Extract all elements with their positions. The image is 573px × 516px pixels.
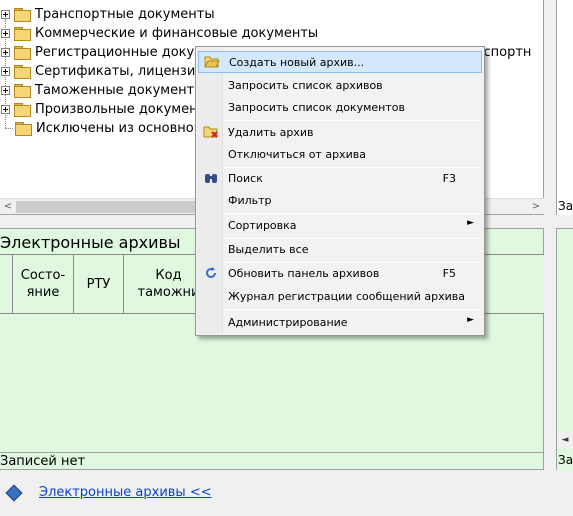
- folder-icon: [14, 27, 31, 41]
- menu-item-administration[interactable]: Администрирование ►: [198, 312, 482, 334]
- menu-item-label: Запросить список документов: [228, 101, 405, 114]
- expand-icon[interactable]: [1, 28, 10, 38]
- menu-separator: [226, 120, 480, 121]
- folder-icon: [14, 8, 31, 22]
- records-label: Зап: [558, 199, 573, 213]
- menu-item-label: Запросить список архивов: [228, 79, 383, 92]
- submenu-arrow-icon: ►: [467, 315, 474, 325]
- menu-item-request-documents[interactable]: Запросить список документов: [198, 97, 482, 119]
- menu-item-shortcut: F5: [442, 267, 456, 280]
- context-menu: Создать новый архив... Запросить список …: [195, 46, 485, 336]
- menu-item-request-archives[interactable]: Запросить список архивов: [198, 75, 482, 97]
- scroll-right-icon[interactable]: >: [528, 199, 544, 215]
- records-status: Записей нет: [0, 452, 544, 470]
- refresh-icon: [203, 266, 219, 282]
- tree-item-label: Транспортные документы: [35, 6, 215, 22]
- tree-item-excluded[interactable]: Исключены из основного: [5, 118, 209, 138]
- tree-item-label: Таможенные документы: [35, 82, 205, 98]
- records-label: Зап: [558, 453, 573, 467]
- menu-item-label: Выделить все: [228, 243, 309, 256]
- footer-bar: Электронные архивы <<: [0, 470, 573, 516]
- column-header-selector[interactable]: [0, 255, 13, 313]
- menu-item-label: Фильтр: [228, 194, 272, 207]
- archive-diamond-icon: [5, 484, 23, 502]
- tree-item-label: Исключены из основного: [36, 120, 209, 136]
- folder-icon: [15, 122, 32, 136]
- submenu-arrow-icon: ►: [467, 218, 474, 228]
- menu-item-create-archive[interactable]: Создать новый архив...: [198, 51, 482, 73]
- expand-icon[interactable]: [1, 104, 10, 114]
- scrollbar-thumb[interactable]: [16, 201, 216, 213]
- column-header-rtu[interactable]: РТУ: [74, 255, 124, 313]
- menu-item-delete-archive[interactable]: Удалить архив: [198, 122, 482, 144]
- menu-item-filter[interactable]: Фильтр: [198, 190, 482, 212]
- panel-title: Электронные архивы: [0, 233, 181, 252]
- menu-item-label: Отключиться от архива: [228, 148, 366, 161]
- menu-item-label: Журнал регистрации сообщений архива: [228, 290, 465, 303]
- folder-icon: [14, 65, 31, 79]
- expand-icon[interactable]: [1, 47, 10, 57]
- tree-item-arbitrary[interactable]: Произвольные документы: [0, 99, 215, 119]
- scroll-left-icon[interactable]: ◄: [557, 432, 573, 448]
- tree-item-customs[interactable]: Таможенные документы: [0, 80, 204, 100]
- folder-icon: [14, 46, 31, 60]
- tree-item-commercial[interactable]: Коммерческие и финансовые документы: [0, 23, 318, 43]
- folder-icon: [14, 84, 31, 98]
- folder-icon: [14, 103, 31, 117]
- expand-icon[interactable]: [1, 85, 10, 95]
- menu-separator: [226, 309, 480, 310]
- menu-item-disconnect-archive[interactable]: Отключиться от архива: [198, 144, 482, 166]
- tree-connector: [5, 127, 13, 129]
- folder-delete-icon: [203, 125, 219, 141]
- right-side-panel-top: Зап: [556, 0, 573, 215]
- expand-icon[interactable]: [1, 9, 10, 19]
- menu-item-label: Удалить архив: [228, 126, 314, 139]
- menu-item-label: Создать новый архив...: [229, 56, 365, 69]
- binoculars-icon: [203, 171, 219, 187]
- menu-item-label: Поиск: [228, 172, 263, 185]
- menu-item-select-all[interactable]: Выделить все: [198, 239, 482, 261]
- electronic-archives-link[interactable]: Электронные архивы <<: [39, 485, 212, 500]
- menu-item-label: Обновить панель архивов: [228, 267, 380, 280]
- menu-item-message-log[interactable]: Журнал регистрации сообщений архива: [198, 286, 482, 308]
- scroll-left-icon[interactable]: <: [0, 199, 16, 215]
- menu-separator: [226, 213, 480, 214]
- tree-item-transport[interactable]: Транспортные документы: [0, 4, 215, 24]
- tree-item-label: Произвольные документы: [35, 101, 216, 117]
- menu-item-sort[interactable]: Сортировка ►: [198, 215, 482, 237]
- right-side-panel-bottom: ◄ Зап: [556, 228, 573, 470]
- column-header-state[interactable]: Состо- яние: [13, 255, 74, 313]
- menu-item-label: Сортировка: [228, 219, 297, 232]
- menu-item-search[interactable]: Поиск F3: [198, 168, 482, 190]
- menu-item-label: Администрирование: [228, 316, 348, 329]
- tree-item-label: Коммерческие и финансовые документы: [35, 25, 319, 41]
- menu-item-refresh[interactable]: Обновить панель архивов F5: [198, 263, 482, 285]
- menu-item-shortcut: F3: [442, 172, 456, 185]
- folder-open-icon: [204, 55, 220, 71]
- expand-icon[interactable]: [1, 66, 10, 76]
